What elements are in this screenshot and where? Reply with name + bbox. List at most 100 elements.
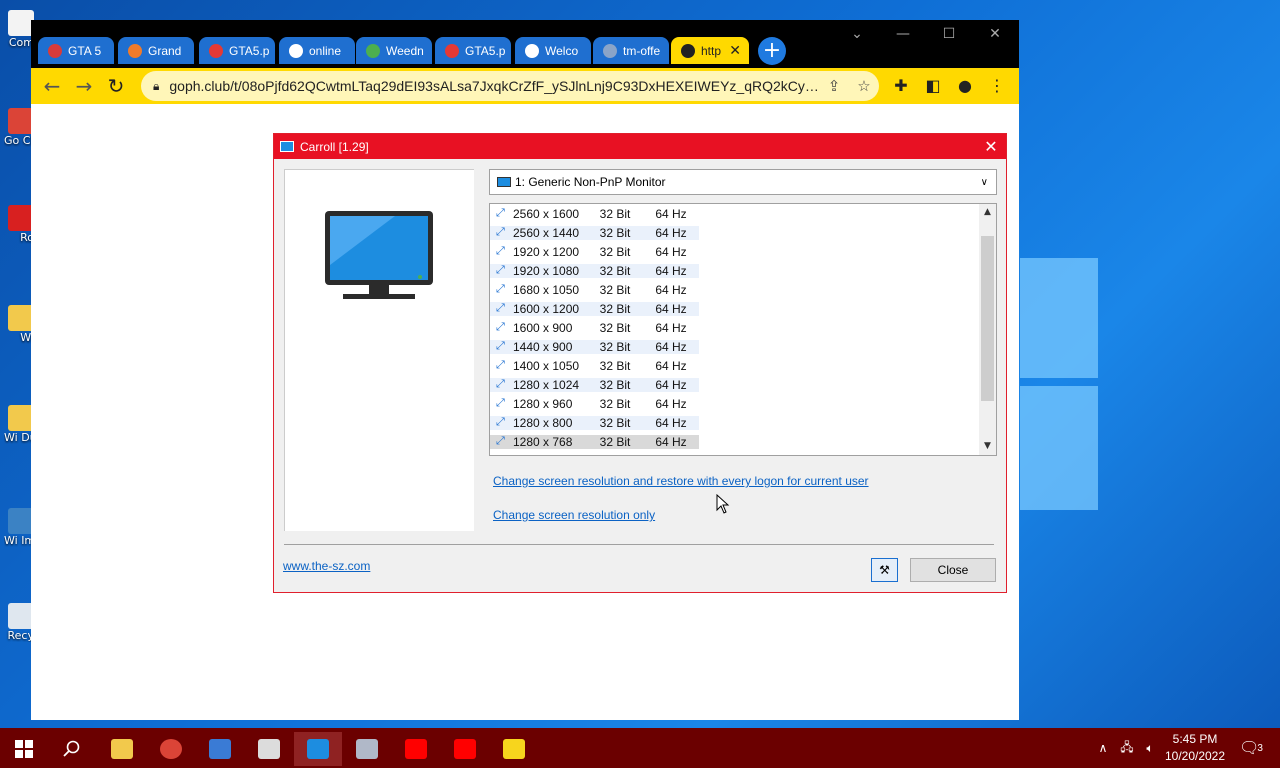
- notification-center-icon[interactable]: 🗨︎ 3: [1234, 728, 1268, 768]
- resolution-row[interactable]: ⤢ 1600 x 1200 32 Bit 64 Hz: [490, 299, 996, 318]
- close-button[interactable]: Close: [910, 558, 996, 582]
- sticky-notes-icon: [503, 739, 525, 759]
- settings-button[interactable]: ⚒: [871, 558, 898, 582]
- taskbar-app-file-explorer[interactable]: [98, 732, 146, 766]
- menu-dots-icon[interactable]: ⋮: [985, 74, 1009, 98]
- clock[interactable]: 5:45 PM 10/20/2022: [1160, 731, 1230, 765]
- tab-favicon-icon: [366, 43, 380, 58]
- resolution-value: 1440 x 900: [513, 339, 573, 354]
- resolution-list[interactable]: ⤢ 2560 x 1600 32 Bit 64 Hz ⤢ 2560 x 1440 32 Bi…: [489, 203, 997, 456]
- resolution-row[interactable]: ⤢ 1280 x 1024 32 Bit 64 Hz: [490, 375, 996, 394]
- dialog-close-icon[interactable]: ✕: [976, 137, 1006, 157]
- taskbar-app-youtube[interactable]: [441, 732, 489, 766]
- desktop-shortcut[interactable]: Wi: [4, 305, 34, 344]
- resolution-row[interactable]: ⤢ 1440 x 900 32 Bit 64 Hz: [490, 337, 996, 356]
- window-close-icon[interactable]: ✕: [972, 26, 1018, 42]
- color-depth-value: 32 Bit: [587, 377, 643, 392]
- file-explorer-icon: [111, 739, 133, 759]
- scroll-thumb[interactable]: [981, 236, 994, 401]
- taskbar-app-roblox[interactable]: [245, 732, 293, 766]
- tab-search-icon[interactable]: ⌄: [834, 26, 880, 42]
- bookmark-star-icon[interactable]: ☆: [849, 77, 879, 95]
- desktop-shortcut[interactable]: Ro: [4, 205, 34, 244]
- desktop-shortcut[interactable]: Com: [4, 10, 34, 49]
- scroll-down-icon[interactable]: ▼: [979, 438, 996, 455]
- extensions-icon[interactable]: ✚: [889, 74, 913, 98]
- search-button[interactable]: [48, 732, 96, 766]
- address-bar[interactable]: 🔒︎ goph.club/t/08oPjfd62QCwtmLTaq29dEI93…: [141, 71, 879, 101]
- resolution-row[interactable]: ⤢ 1280 x 800 32 Bit 64 Hz: [490, 413, 996, 432]
- resolution-row[interactable]: ⤢ 1600 x 900 32 Bit 64 Hz: [490, 318, 996, 337]
- website-link[interactable]: www.the-sz.com: [283, 559, 370, 573]
- tab-label: tm-offe: [623, 43, 661, 58]
- resolution-value: 2560 x 1600: [513, 206, 580, 221]
- resolution-row[interactable]: ⤢ 1280 x 768 32 Bit 64 Hz: [490, 432, 996, 451]
- refresh-rate-value: 64 Hz: [643, 377, 699, 392]
- resolution-row[interactable]: ⤢ 1280 x 960 32 Bit 64 Hz: [490, 394, 996, 413]
- reload-icon[interactable]: ↻: [103, 74, 129, 98]
- desktop-shortcut[interactable]: Recy: [4, 603, 34, 642]
- forward-arrow-icon[interactable]: →: [71, 74, 97, 98]
- maximize-icon[interactable]: ☐: [926, 26, 972, 42]
- taskbar-app-youtube[interactable]: [392, 732, 440, 766]
- desktop-shortcut[interactable]: Go Chr: [4, 108, 34, 147]
- desktop-shortcut[interactable]: Wi Ima: [4, 508, 34, 547]
- resolution-row[interactable]: ⤢ 1680 x 1050 32 Bit 64 Hz: [490, 280, 996, 299]
- browser-tab[interactable]: Grand: [118, 37, 194, 64]
- resolution-row[interactable]: ⤢ 1920 x 1080 32 Bit 64 Hz: [490, 261, 996, 280]
- browser-tab[interactable]: Welco: [515, 37, 591, 64]
- taskbar-app-chrome[interactable]: [147, 732, 195, 766]
- resolution-cell: ⤢ 2560 x 1600: [490, 207, 587, 221]
- divider: [284, 544, 994, 545]
- browser-tab[interactable]: GTA 5: [38, 37, 114, 64]
- restore-resolution-link[interactable]: Change screen resolution and restore wit…: [493, 474, 869, 488]
- taskbar-app-sticky-notes[interactable]: [490, 732, 538, 766]
- resolution-cell: ⤢ 1440 x 900: [490, 339, 587, 354]
- shortcut-label: Wi Ima: [4, 534, 34, 547]
- taskbar-app-carroll[interactable]: [294, 732, 342, 766]
- resolution-cell: ⤢ 1920 x 1080: [490, 263, 587, 278]
- tab-favicon-icon: [48, 43, 62, 58]
- monitor-dropdown-value: 1: Generic Non-PnP Monitor: [515, 175, 666, 189]
- monitor-preview-panel: [284, 169, 474, 531]
- network-icon[interactable]: 🖧︎: [1116, 728, 1138, 768]
- side-panel-icon[interactable]: ◧: [921, 74, 945, 98]
- browser-tab[interactable]: online: [279, 37, 355, 64]
- resolution-row[interactable]: ⤢ 2560 x 1600 32 Bit 64 Hz: [490, 204, 996, 223]
- taskbar-app-app[interactable]: [343, 732, 391, 766]
- browser-tab[interactable]: Weedn: [356, 37, 432, 64]
- monitor-dropdown[interactable]: 1: Generic Non-PnP Monitor ∨: [489, 169, 997, 195]
- taskbar-app-store[interactable]: [196, 732, 244, 766]
- resolution-row[interactable]: ⤢ 1920 x 1200 32 Bit 64 Hz: [490, 242, 996, 261]
- resolution-row[interactable]: ⤢ 1400 x 1050 32 Bit 64 Hz: [490, 356, 996, 375]
- change-resolution-link[interactable]: Change screen resolution only: [493, 508, 655, 522]
- volume-icon[interactable]: 🔈︎: [1139, 728, 1161, 768]
- resolution-row[interactable]: ⤢ 2560 x 1440 32 Bit 64 Hz: [490, 223, 996, 242]
- resize-arrow-icon: ⤢: [496, 226, 505, 238]
- browser-tab[interactable]: http ✕: [671, 37, 749, 64]
- notification-count: 3: [1257, 742, 1263, 754]
- browser-tab[interactable]: tm-offe: [593, 37, 669, 64]
- resolution-cell: ⤢ 1280 x 960: [490, 397, 587, 411]
- chevron-up-icon[interactable]: ∧: [1092, 728, 1114, 768]
- new-tab-button[interactable]: +: [758, 37, 786, 65]
- tab-close-icon[interactable]: ✕: [729, 42, 741, 59]
- refresh-rate-value: 64 Hz: [643, 434, 699, 449]
- desktop-shortcut[interactable]: Wi Dupli: [4, 405, 34, 444]
- refresh-rate-value: 64 Hz: [655, 244, 687, 259]
- share-icon[interactable]: ⇪: [819, 77, 849, 95]
- browser-tab[interactable]: GTA5.p: [435, 37, 511, 64]
- browser-tab[interactable]: GTA5.p: [199, 37, 275, 64]
- back-arrow-icon[interactable]: ←: [39, 74, 65, 98]
- refresh-rate-value: 64 Hz: [655, 206, 687, 221]
- refresh-rate-value: 64 Hz: [655, 396, 687, 411]
- resolution-cell: ⤢ 1280 x 800: [490, 415, 587, 430]
- list-scrollbar[interactable]: ▲ ▼: [979, 204, 996, 455]
- start-button[interactable]: [0, 732, 48, 766]
- scroll-up-icon[interactable]: ▲: [979, 204, 996, 221]
- clock-date: 10/20/2022: [1164, 749, 1226, 763]
- minimize-icon[interactable]: —: [880, 26, 926, 42]
- tab-favicon-icon: [128, 43, 142, 58]
- tab-label: online: [309, 43, 342, 58]
- profile-avatar-icon[interactable]: ●: [953, 74, 977, 98]
